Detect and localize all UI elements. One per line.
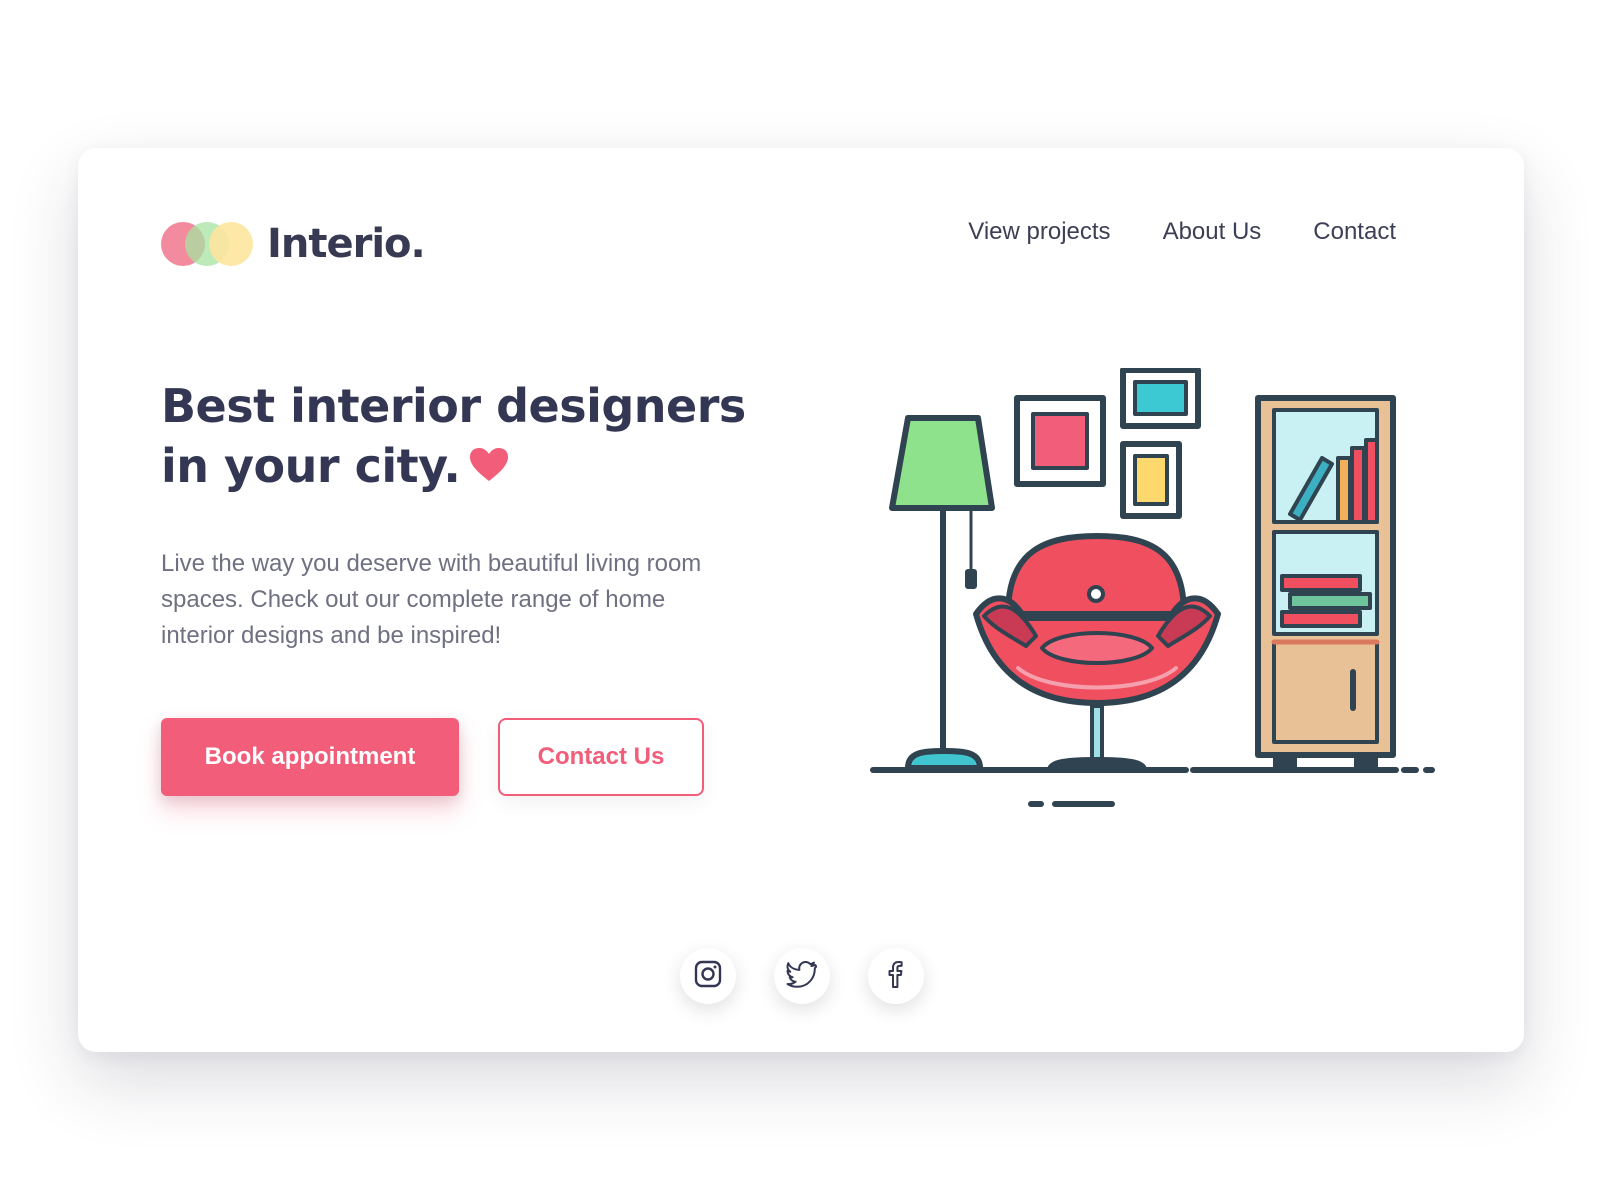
hero-title-line1: Best interior designers: [161, 379, 746, 433]
floor-lamp: [889, 415, 995, 771]
contact-us-button[interactable]: Contact Us: [498, 718, 704, 796]
book-appointment-button[interactable]: Book appointment: [161, 718, 459, 796]
instagram-icon: [693, 959, 723, 994]
living-room-illustration: [870, 368, 1435, 807]
heart-icon: [470, 436, 509, 496]
logo-dot-yellow: [209, 222, 253, 266]
hero-title: Best interior designers in your city.: [161, 376, 801, 500]
facebook-icon: [882, 959, 910, 994]
wall-frames: [1014, 368, 1201, 519]
nav-contact[interactable]: Contact: [1313, 218, 1396, 246]
armchair: [973, 533, 1221, 773]
brand-name: Interio.: [267, 221, 426, 267]
landing-card: Interio. View projects About Us Contact …: [78, 148, 1524, 1052]
bookshelf: [1255, 395, 1396, 770]
hero-description: Live the way you deserve with beautiful …: [161, 550, 702, 649]
nav-view-projects[interactable]: View projects: [968, 218, 1110, 246]
hero-title-line2: in your city.: [161, 439, 461, 493]
facebook-button[interactable]: [868, 948, 924, 1004]
logo-mark: [161, 222, 253, 266]
main-nav: View projects About Us Contact: [968, 218, 1396, 246]
twitter-icon: [786, 959, 818, 994]
nav-about-us[interactable]: About Us: [1163, 218, 1262, 246]
twitter-button[interactable]: [774, 948, 830, 1004]
instagram-button[interactable]: [680, 948, 736, 1004]
social-links: [680, 948, 924, 1004]
logo[interactable]: Interio.: [161, 208, 426, 280]
